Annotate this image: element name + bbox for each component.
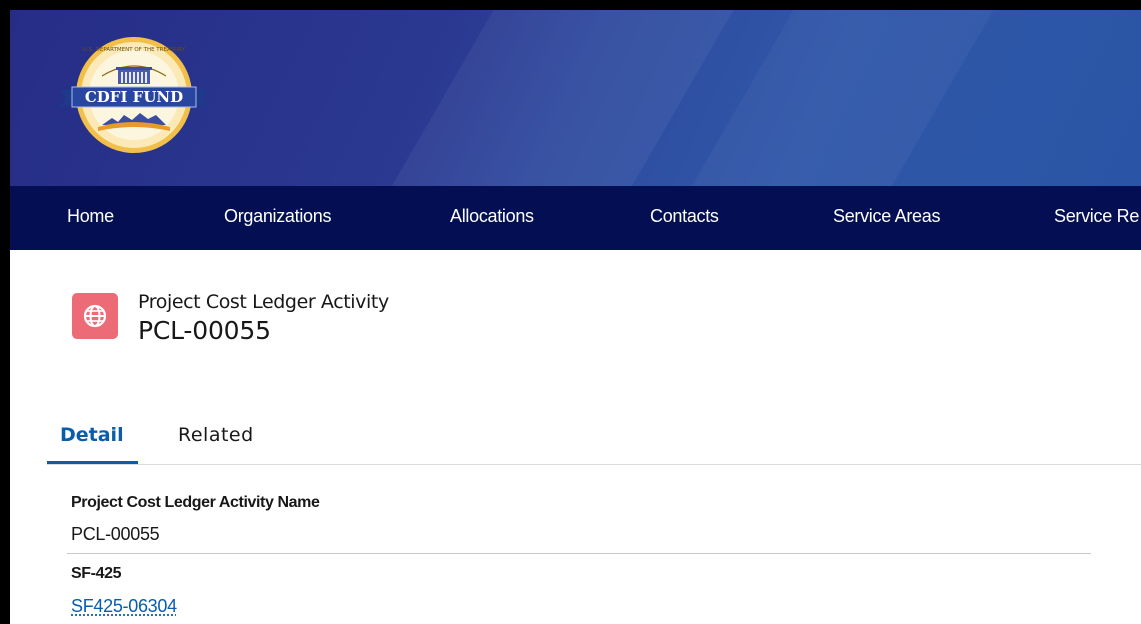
field-value-activity-name: PCL-00055 [71, 524, 160, 544]
main-nav: Home Organizations Allocations Contacts … [10, 186, 1141, 250]
tab-detail[interactable]: Detail [60, 424, 124, 446]
sf425-link[interactable]: SF425-06304 [71, 596, 177, 616]
field-label-sf425: SF-425 [71, 565, 122, 582]
svg-text:U.S. DEPARTMENT OF THE TREASUR: U.S. DEPARTMENT OF THE TREASURY [83, 47, 186, 53]
cdfi-fund-logo[interactable]: U.S. DEPARTMENT OF THE TREASURY CDFI FUN… [58, 23, 210, 155]
header-banner: U.S. DEPARTMENT OF THE TREASURY CDFI FUN… [10, 10, 1141, 186]
tab-related[interactable]: Related [178, 424, 254, 446]
app-frame: U.S. DEPARTMENT OF THE TREASURY CDFI FUN… [10, 10, 1141, 624]
record-title: PCL-00055 [138, 316, 271, 345]
active-tab-indicator [47, 461, 138, 464]
tabs-divider [47, 464, 1141, 465]
globe-icon [72, 293, 118, 339]
nav-allocations[interactable]: Allocations [450, 206, 534, 227]
svg-text:CDFI FUND: CDFI FUND [85, 88, 183, 106]
field-value-sf425: SF425-06304 [71, 596, 177, 617]
nav-organizations[interactable]: Organizations [224, 206, 331, 227]
nav-home[interactable]: Home [67, 206, 114, 227]
nav-contacts[interactable]: Contacts [650, 206, 719, 227]
nav-service-re[interactable]: Service Re [1054, 206, 1139, 227]
field-divider [67, 553, 1091, 554]
nav-service-areas[interactable]: Service Areas [833, 206, 940, 227]
field-label-activity-name: Project Cost Ledger Activity Name [71, 494, 320, 511]
record-type-label: Project Cost Ledger Activity [138, 291, 389, 313]
